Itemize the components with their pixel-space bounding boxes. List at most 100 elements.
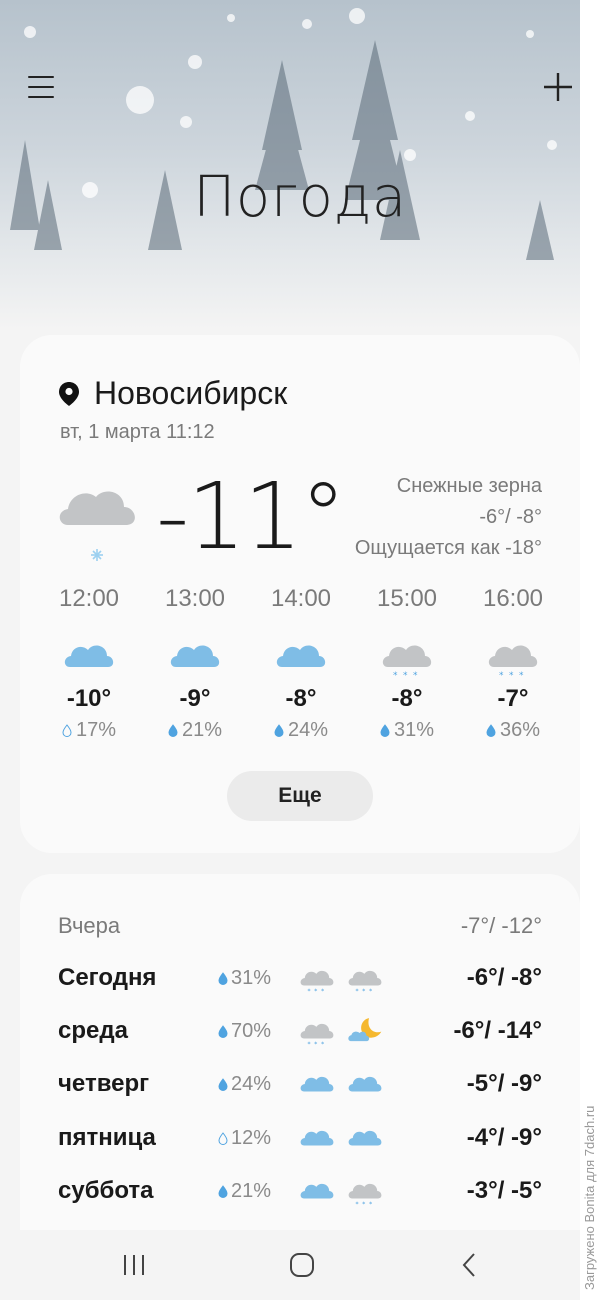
precip-value: 70% (231, 1019, 272, 1042)
day-temps: -6°/ -8° (466, 964, 542, 991)
day-label: пятница (58, 1124, 156, 1151)
hour-precip: 36% (460, 719, 566, 742)
daily-row[interactable]: четверг 24% -5°/ -9° (58, 1064, 542, 1104)
day-label: Сегодня (58, 964, 157, 991)
day-temps: -6°/ -14° (453, 1017, 542, 1044)
svg-text:*: * (321, 988, 324, 995)
cloudy-icon (300, 1076, 334, 1092)
precipitation-drop-icon (218, 1024, 228, 1038)
precip-value: 36% (499, 719, 541, 741)
svg-text:*: * (362, 988, 365, 995)
svg-text:*: * (413, 671, 418, 681)
daily-forecast-card[interactable]: Вчера -7°/ -12° Сегодня 31% * * * * * * -6°/… (20, 874, 580, 1234)
day-icons: * * * * * * (298, 961, 398, 995)
yesterday-row: Вчера -7°/ -12° (58, 906, 542, 946)
precipitation-drop-icon (62, 724, 72, 737)
daily-row[interactable]: среда 70% * * * -6°/ -14° (58, 1011, 542, 1051)
svg-text:*: * (314, 1041, 317, 1048)
current-weather-card[interactable]: Новосибирск вт, 1 марта 11:12 -11° Снежн… (20, 335, 580, 853)
day-temps: -5°/ -9° (466, 1070, 542, 1097)
snow-grains-icon (59, 491, 135, 561)
precipitation-drop-icon (218, 971, 228, 985)
svg-text:*: * (519, 671, 524, 681)
current-temperature: -11° (156, 463, 346, 570)
svg-text:*: * (308, 988, 311, 995)
svg-text:*: * (321, 1041, 324, 1048)
day-temps: -4°/ -9° (466, 1124, 542, 1151)
snow-icon: * * * (488, 645, 538, 681)
day-label: суббота (58, 1177, 154, 1204)
day-temps: -3°/ -5° (466, 1177, 542, 1204)
recent-apps-icon[interactable] (114, 1250, 154, 1280)
hourly-forecast[interactable]: 12:00 -10° 17% 13:00 -9° 21% 14:00 -8° 2… (36, 585, 566, 742)
condition-details: Снежные зерна -6°/ -8° Ощущается как -18… (355, 471, 542, 564)
hourly-item: 15:00 * * * -8° 31% (354, 585, 460, 742)
cloudy-icon (64, 645, 114, 667)
day-label: среда (58, 1017, 128, 1044)
svg-text:*: * (369, 1201, 372, 1208)
more-button[interactable]: Еще (227, 771, 373, 821)
hourly-item: 14:00 -8° 24% (248, 585, 354, 742)
day-temps: -7°/ -12° (460, 913, 542, 938)
svg-text:*: * (356, 1201, 359, 1208)
svg-text:*: * (308, 1041, 311, 1048)
svg-text:*: * (314, 988, 317, 995)
hour-time: 15:00 (376, 585, 438, 612)
precipitation-drop-icon (218, 1077, 228, 1091)
hour-temp: -10° (66, 685, 112, 712)
condition-text: Снежные зерна (396, 475, 542, 497)
cloudy-icon (170, 645, 220, 667)
hourly-item: 16:00 * * * -7° 36% (460, 585, 566, 742)
hour-precip: 31% (354, 719, 460, 742)
feels-like: Ощущается как -18° (354, 537, 542, 559)
hour-temp: -8° (285, 685, 317, 712)
day-icons: * * * (298, 1174, 398, 1208)
daily-row[interactable]: пятница 12% -4°/ -9° (58, 1118, 542, 1158)
high-low-temp: -6°/ -8° (479, 506, 542, 528)
location-pin-icon (59, 381, 79, 406)
svg-text:*: * (369, 988, 372, 995)
svg-text:*: * (393, 671, 398, 681)
hour-temp: -8° (391, 685, 423, 712)
precipitation-drop-icon (168, 724, 178, 737)
page-title: Погода (193, 165, 407, 230)
precip-value: 17% (75, 719, 117, 741)
hour-precip: 24% (248, 719, 354, 742)
hour-temp: -7° (497, 685, 529, 712)
day-precip: 12% (218, 1127, 298, 1150)
svg-text:*: * (499, 671, 504, 681)
menu-button[interactable] (26, 72, 56, 102)
update-datetime: вт, 1 марта 11:12 (60, 421, 215, 443)
navigation-bar (0, 1230, 580, 1300)
hour-time: 14:00 (270, 585, 332, 612)
daily-row[interactable]: Сегодня 31% * * * * * * -6°/ -8° (58, 958, 542, 998)
cloudy-icon (276, 645, 326, 667)
back-icon[interactable] (450, 1250, 490, 1280)
cloudy-icon (300, 1183, 334, 1199)
cloudy-icon (300, 1130, 334, 1146)
cloudy-icon (348, 1130, 382, 1146)
precip-value: 21% (231, 1179, 272, 1202)
day-label: четверг (58, 1070, 150, 1097)
hour-temp: -9° (179, 685, 211, 712)
hour-time: 16:00 (482, 585, 544, 612)
cloudy-icon (348, 1076, 382, 1092)
svg-text:*: * (356, 988, 359, 995)
city-name: Новосибирск (94, 375, 288, 411)
snow-icon: * * * (300, 970, 334, 995)
precipitation-drop-icon (274, 724, 284, 737)
day-icons (298, 1121, 398, 1155)
hourly-item: 12:00 -10° 17% (36, 585, 142, 742)
day-precip: 21% (218, 1180, 298, 1203)
snow-icon: * * * (348, 970, 382, 995)
plus-icon[interactable] (541, 70, 575, 104)
day-icons (298, 1067, 398, 1101)
svg-text:*: * (403, 671, 408, 681)
precipitation-drop-icon (218, 1131, 228, 1145)
day-precip: 31% (218, 967, 298, 990)
hour-time: 13:00 (164, 585, 226, 612)
svg-text:*: * (509, 671, 514, 681)
daily-row[interactable]: суббота 21% * * * -3°/ -5° (58, 1171, 542, 1211)
home-icon[interactable] (282, 1250, 322, 1280)
precipitation-drop-icon (218, 1184, 228, 1198)
